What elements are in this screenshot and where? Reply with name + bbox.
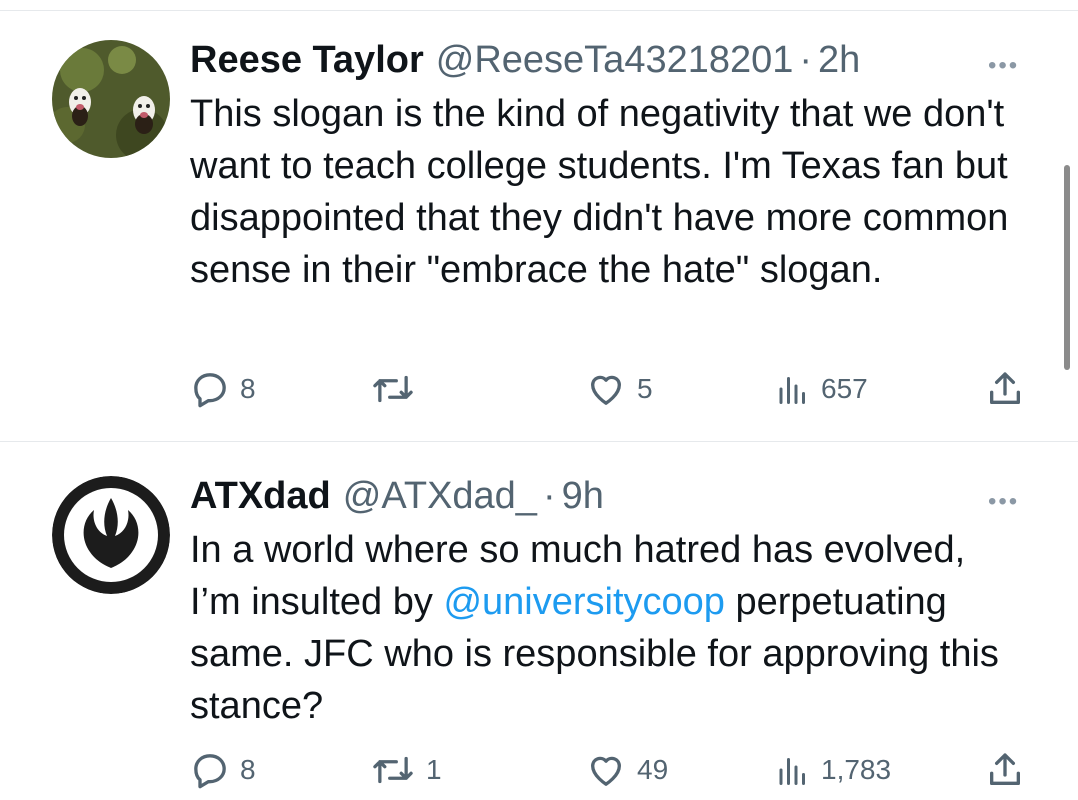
retweet-icon (373, 756, 413, 784)
views-button[interactable]: 1,783 (775, 746, 891, 794)
display-name[interactable]: ATXdad (190, 474, 331, 518)
retweet-icon (373, 375, 413, 403)
like-count: 5 (637, 373, 653, 404)
mention-link[interactable]: @universitycoop (443, 581, 724, 623)
avatar[interactable] (52, 476, 170, 594)
avatar[interactable] (52, 40, 170, 158)
scrollbar[interactable] (1064, 165, 1070, 370)
view-count: 1,783 (821, 754, 892, 785)
like-button[interactable]: 5 (585, 365, 653, 413)
like-button[interactable]: 49 (585, 746, 668, 794)
action-bar: 8 5 657 (190, 365, 1040, 413)
tweet-header: ATXdad @ATXdad_ · 9h (190, 474, 604, 518)
user-handle[interactable]: @ATXdad_ (343, 474, 537, 518)
share-icon (990, 372, 1020, 404)
rebel-alliance-icon (52, 476, 170, 594)
top-divider (0, 10, 1078, 11)
reply-count: 8 (240, 754, 256, 785)
heart-icon (591, 756, 621, 786)
tweet-header: Reese Taylor @ReeseTa43218201 · 2h (190, 38, 860, 82)
retweet-count: 1 (426, 754, 442, 785)
reply-button[interactable]: 8 (190, 365, 256, 413)
tweet-divider (0, 441, 1078, 442)
like-count: 49 (637, 754, 669, 785)
separator: · (542, 475, 556, 517)
user-handle[interactable]: @ReeseTa43218201 (436, 38, 794, 82)
timestamp[interactable]: 9h (562, 474, 604, 518)
share-button[interactable] (985, 746, 1025, 794)
separator: · (799, 39, 813, 81)
reply-button[interactable]: 8 (190, 746, 256, 794)
reply-icon (194, 373, 226, 408)
views-button[interactable]: 657 (775, 365, 868, 413)
tweet-text: In a world where so much hatred has evol… (190, 524, 1010, 732)
tweet-text: This slogan is the kind of negativity th… (190, 93, 1009, 291)
views-icon (779, 377, 805, 404)
timestamp[interactable]: 2h (818, 38, 860, 82)
reply-icon (194, 754, 226, 789)
views-icon (779, 758, 805, 785)
retweet-button[interactable] (370, 365, 426, 413)
more-options-icon[interactable]: ••• (988, 488, 1019, 516)
dogs-photo-avatar (52, 40, 170, 158)
display-name[interactable]: Reese Taylor (190, 38, 424, 82)
share-button[interactable] (985, 365, 1025, 413)
more-options-icon[interactable]: ••• (988, 52, 1019, 80)
reply-count: 8 (240, 373, 256, 404)
retweet-button[interactable]: 1 (370, 746, 442, 794)
action-bar: 8 1 49 1,783 (190, 746, 1040, 794)
view-count: 657 (821, 373, 868, 404)
share-icon (990, 753, 1020, 785)
heart-icon (591, 375, 621, 405)
